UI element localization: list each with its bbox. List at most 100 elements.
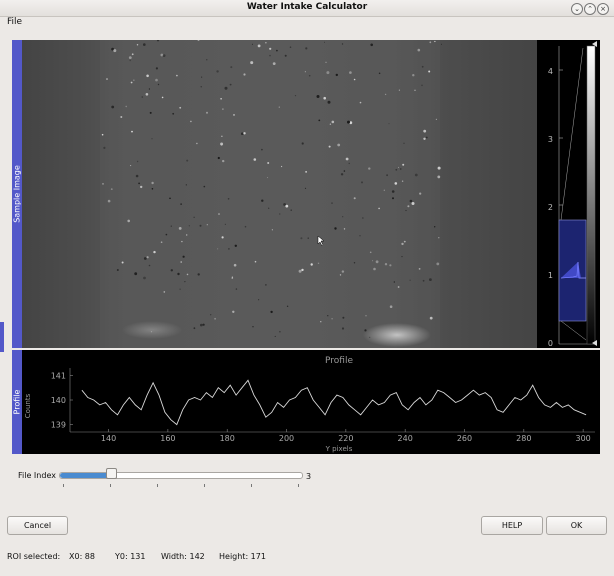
image-speck (386, 174, 388, 177)
image-speck (235, 288, 238, 290)
image-speck (284, 54, 287, 57)
image-speck (210, 314, 212, 316)
side-dock-handle[interactable] (0, 322, 4, 352)
cancel-button[interactable]: Cancel (7, 516, 68, 535)
minimize-icon[interactable]: ⌄ (571, 3, 583, 15)
image-speck (425, 136, 428, 139)
image-speck (402, 163, 405, 166)
image-speck (178, 227, 182, 230)
image-speck (301, 268, 304, 272)
image-speck (335, 73, 338, 77)
image-speck (221, 135, 223, 137)
histogram-plot: 4 3 2 1 0 (548, 41, 597, 348)
profile-y-tick-label: 141 (51, 371, 66, 380)
image-speck (130, 81, 133, 84)
image-speck (261, 199, 264, 202)
image-speck (121, 261, 124, 264)
image-speck (384, 263, 388, 266)
image-speck (153, 250, 156, 254)
file-index-slider-thumb[interactable] (105, 468, 117, 479)
help-button[interactable]: HELP (481, 516, 543, 535)
image-speck (179, 106, 182, 109)
image-speck (337, 143, 341, 147)
image-speck (342, 316, 345, 319)
image-speck (326, 71, 330, 75)
image-speck (162, 54, 166, 57)
image-speck (401, 242, 404, 246)
profile-x-tick-label: 220 (338, 434, 353, 443)
title-bar: Water Intake Calculator ⌄ ⌃ × (0, 0, 614, 17)
image-speck (279, 330, 281, 333)
image-speck (185, 184, 187, 186)
roi-width: Width: 142 (161, 552, 205, 561)
roi-y0: Y0: 131 (115, 552, 146, 561)
sample-image[interactable] (22, 40, 537, 348)
menu-file[interactable]: File (7, 17, 22, 27)
image-speck (243, 73, 246, 76)
image-speck (274, 335, 276, 337)
image-speck (133, 79, 135, 81)
image-speck (429, 41, 432, 44)
image-speck (307, 237, 309, 239)
maximize-icon[interactable]: ⌃ (584, 3, 596, 15)
image-speck (180, 261, 182, 263)
image-speck (267, 162, 270, 164)
ok-button[interactable]: OK (546, 516, 607, 535)
image-speck (429, 316, 433, 320)
image-speck (395, 168, 398, 171)
histogram-panel[interactable]: 4 3 2 1 0 (537, 40, 600, 348)
image-speck (101, 133, 104, 136)
image-speck (331, 202, 333, 204)
image-speck (310, 263, 313, 266)
image-speck (301, 142, 304, 145)
image-speck (141, 96, 144, 98)
profile-y-tick-label: 139 (51, 421, 66, 430)
image-speck (161, 96, 164, 99)
image-speck (353, 197, 356, 200)
image-speck (265, 42, 267, 44)
profile-chart[interactable]: Profile Y pixels Counts 140 160 180 200 220 2… (22, 350, 600, 454)
image-speck (400, 168, 402, 170)
image-speck (127, 219, 130, 223)
image-speck (177, 272, 180, 276)
slider-tick (63, 484, 64, 487)
image-speck (269, 47, 272, 50)
profile-x-tick-label: 160 (160, 434, 175, 443)
image-speck (388, 123, 390, 125)
image-speck (412, 74, 415, 77)
image-speck (327, 100, 331, 104)
image-speck (148, 88, 150, 90)
image-speck (341, 43, 344, 45)
image-speck (151, 138, 153, 140)
image-speck (270, 310, 273, 314)
image-speck (193, 216, 195, 218)
image-speck (244, 225, 247, 228)
image-speck (271, 229, 273, 231)
histo-tick-4: 4 (548, 67, 553, 76)
image-speck (434, 40, 436, 43)
profile-xlabel: Y pixels (325, 445, 353, 453)
image-speck (417, 48, 421, 52)
image-speck (327, 315, 329, 317)
image-speck (331, 318, 333, 320)
image-speck (409, 279, 411, 281)
image-speck (188, 225, 190, 227)
slider-tick (110, 484, 111, 487)
file-index-slider[interactable] (59, 472, 303, 479)
image-speck (328, 145, 331, 148)
image-speck (136, 44, 139, 46)
image-speck (230, 66, 233, 69)
image-speck (304, 187, 307, 189)
image-speck (184, 281, 186, 283)
profile-x-tick-label: 260 (457, 434, 472, 443)
image-speck (436, 262, 440, 266)
image-panel: Sample Image 4 3 2 1 0 (12, 40, 600, 348)
image-speck (257, 44, 261, 48)
image-speck (320, 321, 322, 323)
profile-series-line (81, 379, 587, 426)
image-speck (206, 59, 208, 61)
image-speck (272, 62, 276, 65)
image-speck (113, 49, 117, 53)
close-icon[interactable]: × (597, 3, 609, 15)
image-speck (234, 244, 237, 247)
